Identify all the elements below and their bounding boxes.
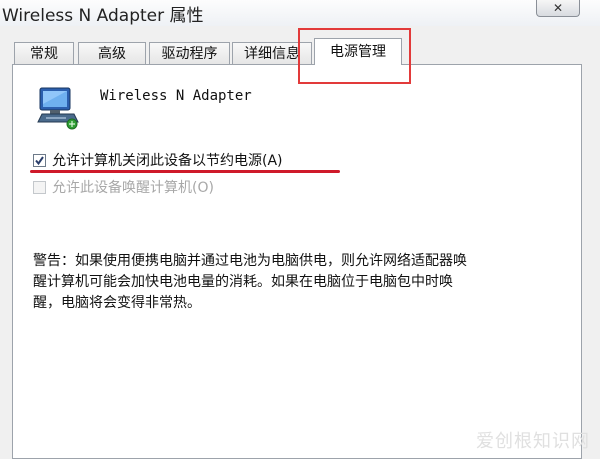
properties-window: Wireless N Adapter 属性 ✕ 常规 高级 驱动程序 详细信息 … bbox=[0, 0, 600, 459]
title-bar: Wireless N Adapter 属性 ✕ bbox=[0, 0, 600, 26]
warning-line-3: 醒，电脑将会变得非常热。 bbox=[33, 295, 201, 311]
allow-power-off-label: 允许计算机关闭此设备以节约电源(A) bbox=[52, 153, 283, 169]
allow-power-off-option[interactable]: 允许计算机关闭此设备以节约电源(A) bbox=[33, 151, 283, 169]
warning-line-1: 警告：如果使用便携电脑并通过电池为电脑供电，则允许网络适配器唤 bbox=[33, 253, 467, 269]
highlight-underline bbox=[30, 170, 340, 173]
network-adapter-icon bbox=[36, 82, 80, 134]
window-title: Wireless N Adapter 属性 bbox=[2, 6, 204, 26]
allow-wake-checkbox bbox=[33, 180, 46, 194]
warning-line-2: 醒计算机可能会加快电池电量的消耗。如果在电脑位于电脑包中时唤 bbox=[33, 274, 453, 290]
tab-driver[interactable]: 驱动程序 bbox=[149, 42, 230, 64]
device-name-label: Wireless N Adapter bbox=[100, 88, 252, 104]
tab-advanced[interactable]: 高级 bbox=[78, 42, 146, 64]
allow-wake-label: 允许此设备唤醒计算机(O) bbox=[52, 180, 214, 196]
watermark: 爱创根知识网 bbox=[476, 431, 590, 452]
allow-power-off-checkbox[interactable] bbox=[33, 153, 46, 167]
close-icon: ✕ bbox=[552, 1, 564, 15]
allow-wake-option: 允许此设备唤醒计算机(O) bbox=[33, 178, 214, 196]
warning-text: 警告：如果使用便携电脑并通过电池为电脑供电，则允许网络适配器唤 醒计算机可能会加… bbox=[33, 251, 573, 314]
highlight-box bbox=[298, 28, 411, 84]
close-button[interactable]: ✕ bbox=[536, 0, 580, 17]
tab-general[interactable]: 常规 bbox=[14, 42, 74, 64]
